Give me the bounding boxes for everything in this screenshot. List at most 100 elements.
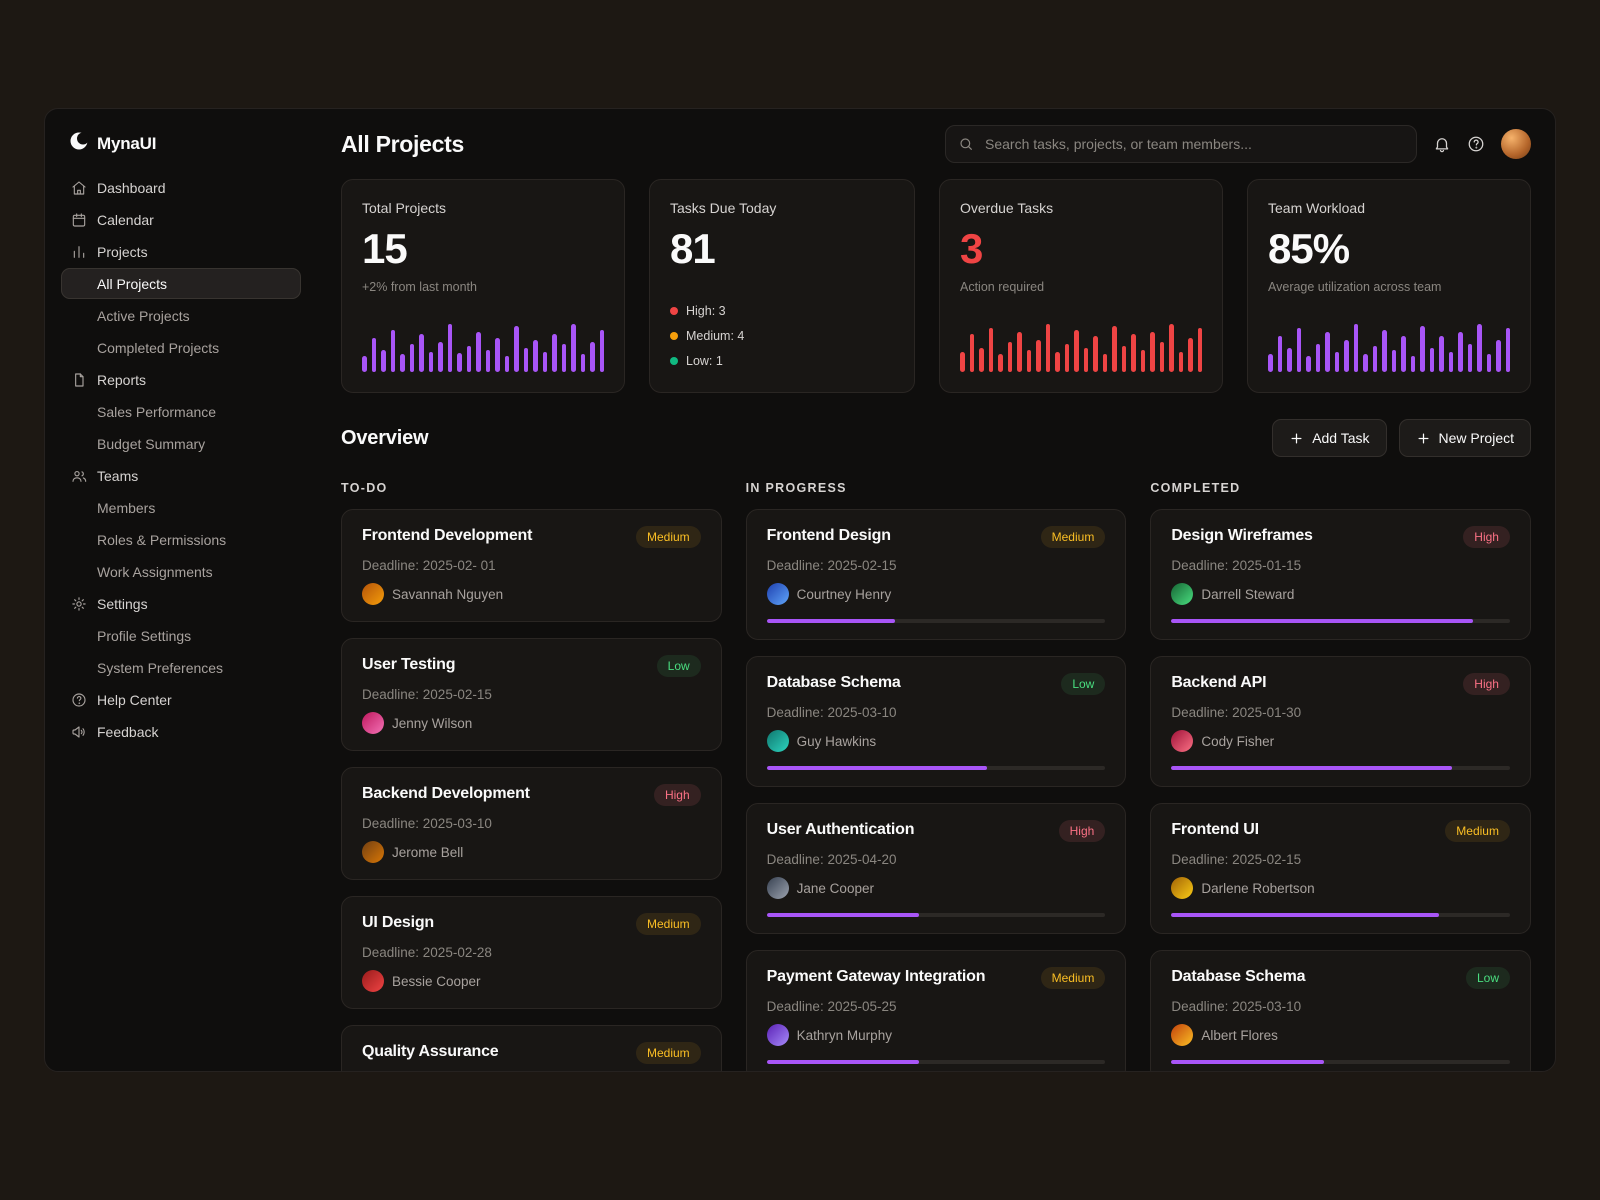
- spark-bar: [1084, 348, 1089, 372]
- sidebar-item-system-preferences[interactable]: System Preferences: [61, 652, 301, 683]
- assignee-avatar: [362, 583, 384, 605]
- task-card-user-testing[interactable]: User Testing Low Deadline: 2025-02-15 Je…: [341, 638, 722, 751]
- stat-card-total-projects: Total Projects 15 +2% from last month: [341, 179, 625, 393]
- spark-bar: [1411, 356, 1416, 372]
- task-assignee: Albert Flores: [1171, 1024, 1510, 1046]
- sidebar-item-calendar[interactable]: Calendar: [61, 204, 301, 235]
- sidebar-item-profile-settings[interactable]: Profile Settings: [61, 620, 301, 651]
- spark-bar: [1468, 344, 1473, 372]
- spark-bar: [1449, 352, 1454, 372]
- sidebar-item-all-projects[interactable]: All Projects: [61, 268, 301, 299]
- sidebar-item-teams[interactable]: Teams: [61, 460, 301, 491]
- task-card-database-schema[interactable]: Database Schema Low Deadline: 2025-03-10…: [1150, 950, 1531, 1072]
- task-progress-bar: [767, 913, 1106, 917]
- spark-bar: [419, 334, 424, 372]
- assignee-avatar: [767, 1024, 789, 1046]
- task-card-backend-development[interactable]: Backend Development High Deadline: 2025-…: [341, 767, 722, 880]
- task-progress-fill: [1171, 1060, 1323, 1064]
- task-card-payment-gateway-integration[interactable]: Payment Gateway Integration Medium Deadl…: [746, 950, 1127, 1072]
- task-card-frontend-ui[interactable]: Frontend UI Medium Deadline: 2025-02-15 …: [1150, 803, 1531, 934]
- sidebar-nav: DashboardCalendarProjectsAll ProjectsAct…: [61, 172, 301, 747]
- spark-bar: [600, 330, 605, 372]
- priority-badge: High: [1463, 673, 1510, 695]
- priority-badge: High: [1463, 526, 1510, 548]
- bell-icon: [1433, 135, 1451, 153]
- assignee-name: Kathryn Murphy: [797, 1028, 892, 1043]
- task-card-user-authentication[interactable]: User Authentication High Deadline: 2025-…: [746, 803, 1127, 934]
- task-assignee: Darlene Robertson: [1171, 877, 1510, 899]
- sidebar-item-reports[interactable]: Reports: [61, 364, 301, 395]
- legend-dot: [670, 332, 678, 340]
- spark-bar: [1325, 332, 1330, 372]
- kanban-column-list: Frontend Development Medium Deadline: 20…: [341, 509, 722, 1072]
- sidebar-item-members[interactable]: Members: [61, 492, 301, 523]
- overview-header: Overview Add Task New Project: [341, 419, 1531, 457]
- spark-bar: [1506, 328, 1511, 372]
- spark-bar: [457, 353, 462, 372]
- assignee-avatar: [767, 877, 789, 899]
- spark-bar: [1074, 330, 1079, 372]
- stat-title: Team Workload: [1268, 200, 1510, 216]
- spark-bar: [1065, 344, 1070, 372]
- task-card-database-schema[interactable]: Database Schema Low Deadline: 2025-03-10…: [746, 656, 1127, 787]
- kanban-column-list: Design Wireframes High Deadline: 2025-01…: [1150, 509, 1531, 1072]
- task-title: Payment Gateway Integration: [767, 967, 986, 987]
- main-content: All Projects: [317, 109, 1555, 1071]
- new-project-button[interactable]: New Project: [1399, 419, 1531, 457]
- spark-bar: [590, 342, 595, 372]
- task-card-backend-api[interactable]: Backend API High Deadline: 2025-01-30 Co…: [1150, 656, 1531, 787]
- kanban-column-title: IN PROGRESS: [746, 481, 1127, 495]
- sidebar-item-settings[interactable]: Settings: [61, 588, 301, 619]
- stat-value: 85%: [1268, 228, 1510, 270]
- search-bar[interactable]: [945, 125, 1417, 163]
- sidebar-item-active-projects[interactable]: Active Projects: [61, 300, 301, 331]
- task-progress-fill: [767, 1060, 919, 1064]
- sidebar-item-help-center[interactable]: Help Center: [61, 684, 301, 715]
- legend-dot: [670, 307, 678, 315]
- sidebar: MynaUI DashboardCalendarProjectsAll Proj…: [45, 109, 317, 1071]
- task-assignee: Jenny Wilson: [362, 712, 701, 734]
- sidebar-item-feedback[interactable]: Feedback: [61, 716, 301, 747]
- assignee-name: Savannah Nguyen: [392, 587, 503, 602]
- sidebar-item-projects[interactable]: Projects: [61, 236, 301, 267]
- priority-badge: Medium: [636, 526, 701, 548]
- legend-item-high-3: High: 3: [670, 304, 894, 318]
- add-task-button[interactable]: Add Task: [1272, 419, 1386, 457]
- search-input[interactable]: [983, 135, 1404, 153]
- spark-bar: [1287, 348, 1292, 372]
- task-deadline: Deadline: 2025-01-30: [1171, 705, 1510, 720]
- task-card-ui-design[interactable]: UI Design Medium Deadline: 2025-02-28 Be…: [341, 896, 722, 1009]
- notifications-button[interactable]: [1433, 135, 1451, 153]
- sidebar-item-work-assignments[interactable]: Work Assignments: [61, 556, 301, 587]
- sidebar-item-sales-performance[interactable]: Sales Performance: [61, 396, 301, 427]
- task-title: UI Design: [362, 913, 434, 933]
- task-title: Design Wireframes: [1171, 526, 1312, 546]
- task-card-frontend-design[interactable]: Frontend Design Medium Deadline: 2025-02…: [746, 509, 1127, 640]
- spark-bar: [1392, 350, 1397, 372]
- task-assignee: Kathryn Murphy: [767, 1024, 1106, 1046]
- task-assignee: Darrell Steward: [1171, 583, 1510, 605]
- sidebar-item-roles-permissions[interactable]: Roles & Permissions: [61, 524, 301, 555]
- sidebar-item-budget-summary[interactable]: Budget Summary: [61, 428, 301, 459]
- legend-dot: [670, 357, 678, 365]
- legend-label: Low: 1: [686, 354, 723, 368]
- reports-icon: [71, 372, 87, 388]
- user-avatar[interactable]: [1501, 129, 1531, 159]
- stats-row: Total Projects 15 +2% from last month Ta…: [341, 179, 1531, 393]
- spark-bar: [1477, 324, 1482, 372]
- spark-bar: [400, 354, 405, 372]
- spark-bar: [1297, 328, 1302, 372]
- sparkline: [362, 320, 604, 372]
- sidebar-item-dashboard[interactable]: Dashboard: [61, 172, 301, 203]
- help-button[interactable]: [1467, 135, 1485, 153]
- task-card-quality-assurance[interactable]: Quality Assurance Medium Assigned to: Ch…: [341, 1025, 722, 1072]
- task-card-frontend-development[interactable]: Frontend Development Medium Deadline: 20…: [341, 509, 722, 622]
- stat-card-tasks-due-today: Tasks Due Today 81 High: 3Medium: 4Low: …: [649, 179, 915, 393]
- task-card-design-wireframes[interactable]: Design Wireframes High Deadline: 2025-01…: [1150, 509, 1531, 640]
- sidebar-item-completed-projects[interactable]: Completed Projects: [61, 332, 301, 363]
- priority-badge: Low: [1466, 967, 1510, 989]
- task-deadline: Deadline: 2025-02-15: [767, 558, 1106, 573]
- kanban-board: TO-DO Frontend Development Medium Deadli…: [341, 481, 1531, 1072]
- spark-bar: [1439, 336, 1444, 372]
- task-deadline: Deadline: 2025-02-15: [362, 687, 701, 702]
